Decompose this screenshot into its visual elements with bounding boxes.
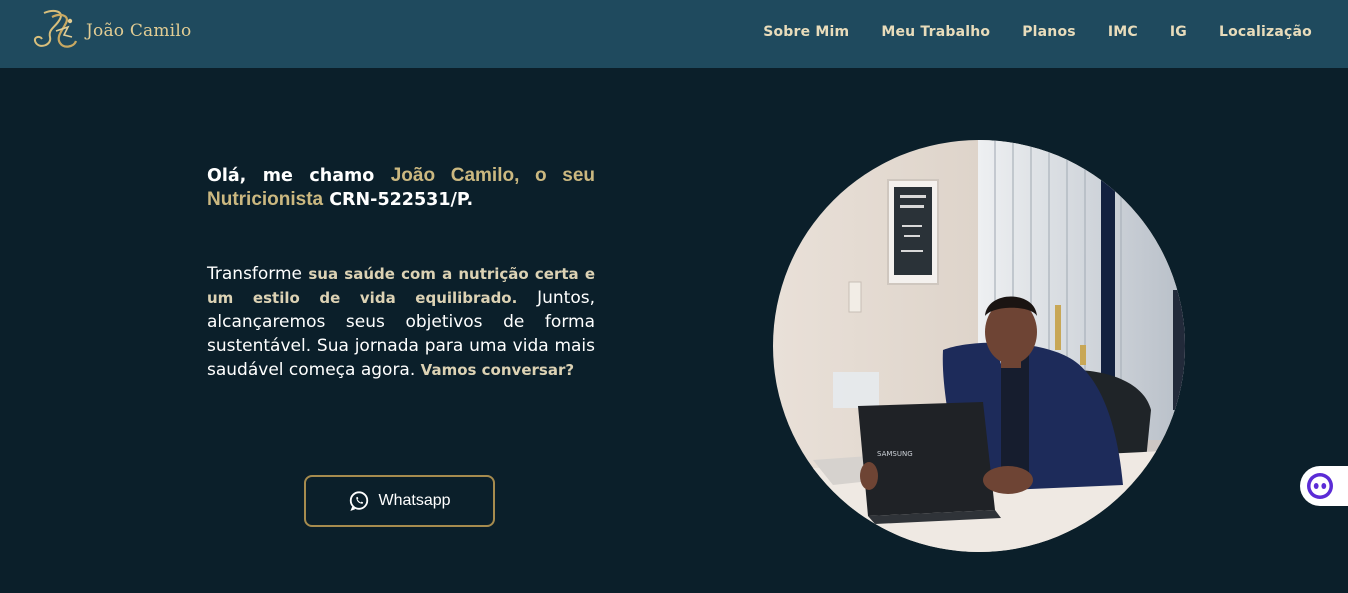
title-crn: CRN-522531/P. (323, 190, 474, 210)
whatsapp-label: Whatsapp (378, 492, 451, 509)
site-header: João Camilo Sobre Mim Meu Trabalho Plano… (0, 0, 1348, 68)
logo-monogram-icon (33, 10, 78, 48)
nav-planos[interactable]: Planos (1022, 24, 1076, 40)
nav-ig[interactable]: IG (1170, 24, 1187, 40)
title-intro: Olá, me chamo (207, 166, 391, 186)
main-nav: Sobre Mim Meu Trabalho Planos IMC IG Loc… (731, 24, 1312, 40)
chat-bot-icon (1307, 473, 1333, 499)
chat-widget[interactable] (1300, 466, 1348, 506)
logo[interactable]: João Camilo (30, 6, 191, 56)
nav-meu-trabalho[interactable]: Meu Trabalho (881, 24, 990, 40)
nav-localizacao[interactable]: Localização (1219, 24, 1312, 40)
text-bold-2: Vamos conversar? (420, 361, 575, 379)
nav-sobre-mim[interactable]: Sobre Mim (763, 24, 849, 40)
hero-description: Transforme sua saúde com a nutrição cert… (207, 262, 595, 382)
whatsapp-icon (350, 491, 369, 511)
hero-title: Olá, me chamo João Camilo, o seu Nutrici… (207, 164, 595, 212)
svg-text:SAMSUNG: SAMSUNG (877, 450, 913, 458)
text-part-1: Transforme (207, 264, 309, 284)
logo-text: João Camilo (86, 21, 192, 41)
whatsapp-button[interactable]: Whatsapp (304, 475, 495, 527)
profile-photo: SAMSUNG (773, 140, 1185, 552)
office-photo-illustration: SAMSUNG (773, 140, 1185, 552)
nav-imc[interactable]: IMC (1108, 24, 1138, 40)
